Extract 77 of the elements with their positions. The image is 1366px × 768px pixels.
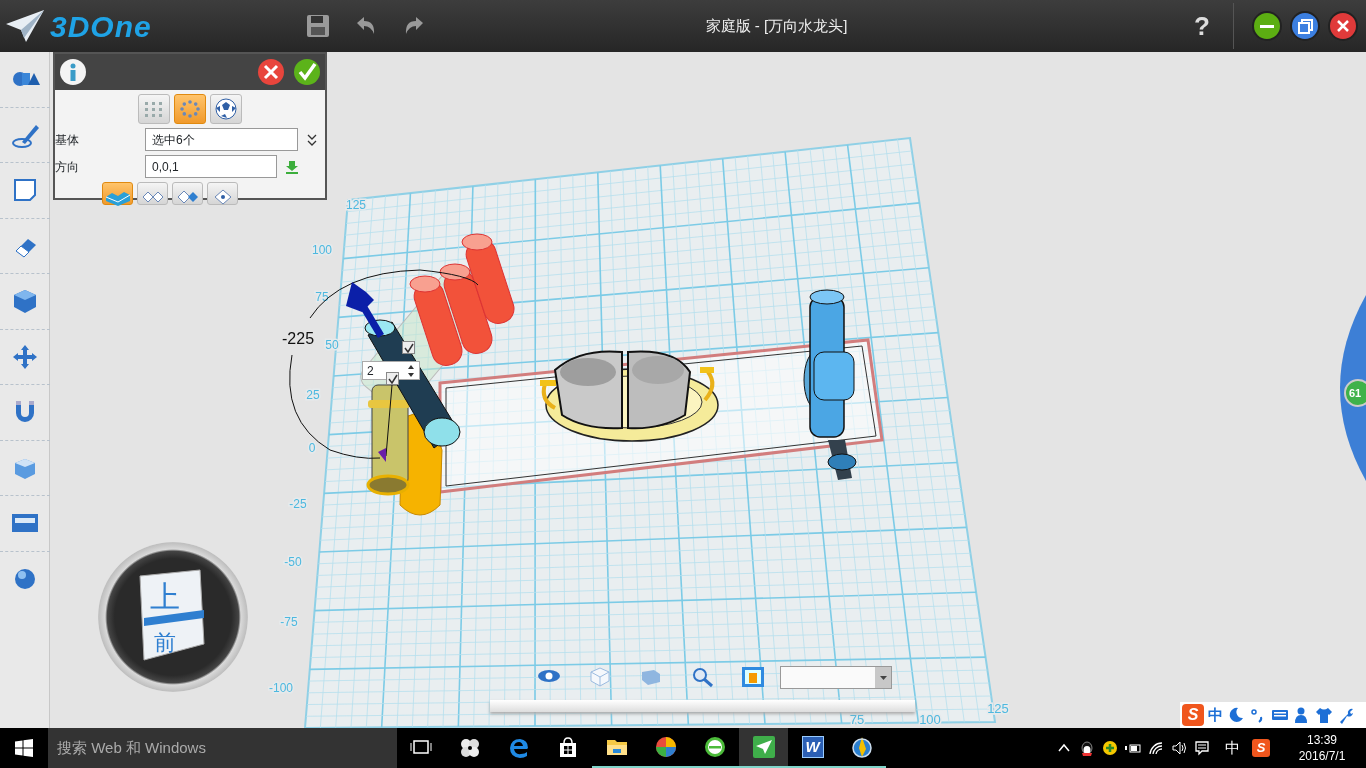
pinwheel-ball-icon [653,735,678,759]
spin-arrows-icon[interactable] [407,363,415,378]
moon-icon [1227,706,1245,724]
ring-browser-icon [702,735,727,759]
diamond-dot-button[interactable] [207,182,238,205]
axis-label: -100 [269,681,293,695]
window-title: 家庭版 - [万向水龙头] [705,15,848,36]
expand-button[interactable] [306,132,318,147]
minimize-icon [1259,23,1275,29]
save-icon [306,14,330,38]
clock-time[interactable]: 13:39 [1278,731,1366,748]
axis-label: 75 [315,290,329,304]
help-button[interactable]: ? [1187,6,1217,46]
double-diamond-button[interactable] [137,182,168,205]
axis-label: 100 [312,243,332,257]
ball-tab[interactable] [210,94,242,124]
check-icon [387,373,398,384]
restore-icon [1297,18,1313,34]
pick-direction-button[interactable] [285,159,299,174]
wifi-icon [1147,740,1164,756]
check-icon [403,342,414,353]
axis-label: 0 [308,441,316,455]
close-icon [257,58,285,86]
penguin-icon [1078,740,1095,756]
search-field[interactable]: 搜索 Web 和 Windows [48,728,397,768]
paper-plane-app[interactable] [739,728,788,768]
view-dropdown[interactable] [780,666,892,689]
windows-icon [15,739,33,757]
dot-grid-tab[interactable] [138,94,170,124]
paper-plane-icon [4,8,46,44]
info-icon [59,58,87,86]
zoom-icon [691,666,715,688]
axis-label: -50 [284,555,302,569]
checkbox[interactable] [402,341,415,354]
notification-icon [1193,740,1210,756]
zoom-button[interactable] [691,666,715,688]
input-language[interactable]: 中 [1221,728,1244,768]
logo: 3DOne [50,8,152,45]
frame-button[interactable] [741,666,765,688]
restore-button[interactable] [1290,11,1320,41]
minimize-button[interactable] [1252,11,1282,41]
direction-field[interactable]: 0,0,1 [145,155,277,178]
axis-label: -75 [280,615,298,629]
check-icon [293,58,321,86]
angle-label: -225 [282,329,315,349]
base-label: 基体 [55,131,80,149]
view-cube[interactable]: 上 前 [98,542,248,692]
diamond-pair-button[interactable] [172,182,203,205]
download-arrow-icon [285,159,299,174]
direction-label: 方向 [55,158,80,176]
word-icon: W [801,736,824,758]
cancel-button[interactable] [257,58,285,86]
save-button[interactable] [306,14,330,38]
close-icon [1337,20,1349,32]
moon-button[interactable] [1227,706,1245,724]
plus-badge-icon [1101,740,1118,756]
paper-plane-icon [751,735,776,759]
axis-label: -25 [289,497,307,511]
volume-icon [1170,740,1187,756]
ime-mode[interactable]: 中 [1208,703,1223,727]
double-chevron-icon [306,132,318,147]
base-field[interactable]: 选中6个 [145,128,298,151]
wire-cube-icon [588,666,612,688]
dot-circle-tab[interactable] [174,94,206,124]
info-button[interactable] [59,58,87,86]
globe-icon [849,735,874,759]
axis-label: 25 [306,388,320,402]
close-button[interactable] [1328,11,1358,41]
confirm-button[interactable] [293,58,321,86]
checkbox[interactable] [386,372,399,385]
dropdown-arrow-icon [879,675,887,680]
shirt-button[interactable] [1315,706,1333,724]
word-app[interactable]: W [788,728,837,768]
clock-date[interactable]: 2016/7/1 [1278,748,1366,765]
count-spinner[interactable]: 2 [362,361,420,380]
shirt-icon [1315,706,1333,724]
frame-icon [741,666,765,688]
